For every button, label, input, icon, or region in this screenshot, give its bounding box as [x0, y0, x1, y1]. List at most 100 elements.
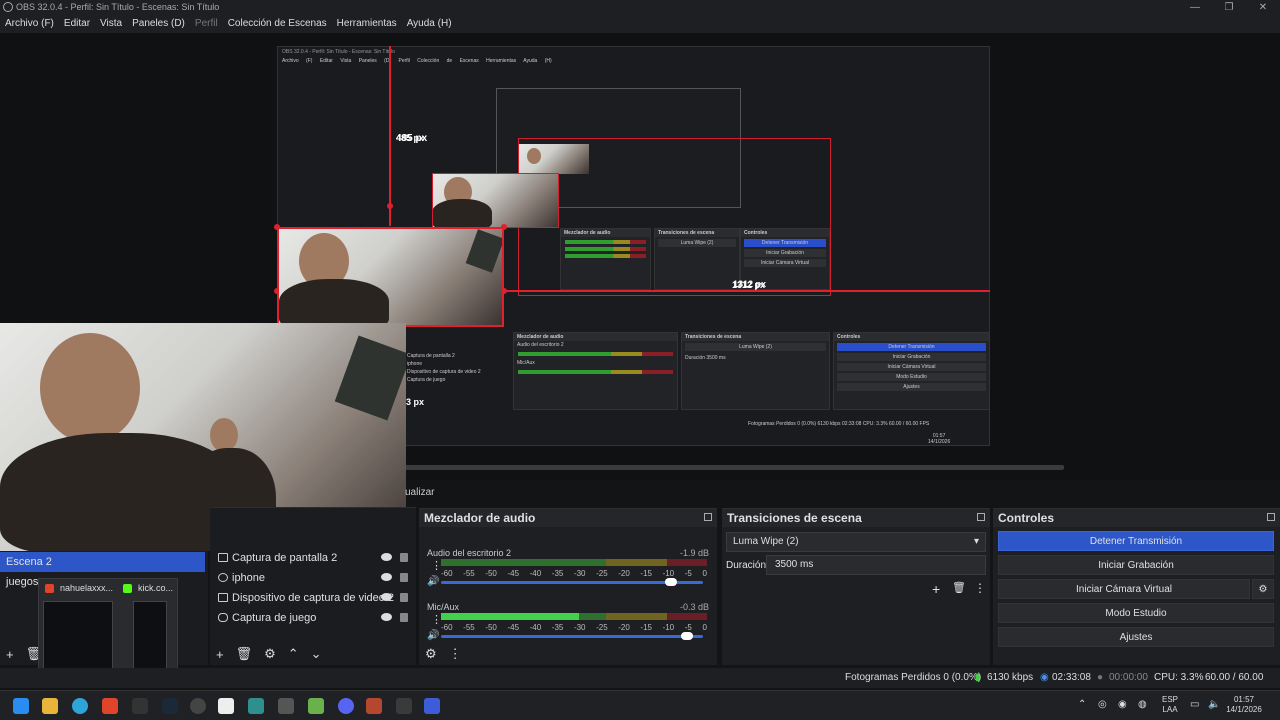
clock[interactable]: 01:57 14/1/2026: [1224, 695, 1264, 715]
volume-icon[interactable]: 🔈: [1208, 700, 1220, 710]
edge-icon[interactable]: [72, 698, 88, 714]
chevron-down-icon: ▾: [973, 536, 979, 547]
menu-coleccion[interactable]: Colección de Escenas: [223, 15, 332, 33]
lock-icon[interactable]: [400, 553, 408, 562]
dropped-frames: Fotogramas Perdidos 0 (0.0%): [845, 672, 982, 683]
eye-icon[interactable]: [381, 553, 392, 561]
close-button[interactable]: ✕: [1246, 0, 1280, 15]
menu-ayuda[interactable]: Ayuda (H): [402, 15, 457, 33]
language-indicator[interactable]: ESP LAA: [1162, 695, 1178, 715]
meter-tick-label: -10: [662, 569, 675, 578]
source-item[interactable]: Captura de pantalla 2: [210, 548, 416, 568]
stop-stream-button[interactable]: Detener Transmisión: [998, 531, 1274, 551]
eye-icon[interactable]: [381, 613, 392, 621]
menu-paneles[interactable]: Paneles (D): [127, 15, 190, 33]
preview-thumb-1[interactable]: [43, 601, 113, 675]
discord-icon[interactable]: [338, 698, 354, 714]
windows-taskbar: ⌃ ◎ ◉ ◍ ESP LAA ▭ 🔈 01:57 14/1/2026: [0, 690, 1280, 720]
transition-menu-icon[interactable]: ⋮: [974, 581, 986, 595]
lock-icon[interactable]: [400, 573, 408, 582]
mixer-menu-icon[interactable]: ⋮: [449, 646, 462, 662]
popout-icon[interactable]: [1267, 513, 1275, 521]
virtual-camera-button[interactable]: Iniciar Cámara Virtual: [998, 579, 1250, 599]
popout-icon[interactable]: [977, 513, 985, 521]
menu-editar[interactable]: Editar: [59, 15, 95, 33]
inner-status: Fotogramas Perdidos 0 (0.0%) 6130 kbps 0…: [748, 421, 930, 427]
resize-handle-top[interactable]: [387, 203, 393, 209]
preview-label-1[interactable]: nahuelaxxx...: [60, 583, 113, 593]
remove-source-icon[interactable]: 🗑: [236, 646, 253, 662]
eye-icon[interactable]: [381, 593, 392, 601]
source-item[interactable]: iphone: [210, 568, 416, 588]
webcam-source-preview[interactable]: [279, 229, 502, 325]
move-up-icon[interactable]: ⌃: [288, 646, 299, 662]
inner-mixer-mini: Mezclador de audio: [560, 228, 651, 290]
source-item[interactable]: Captura de juego: [210, 608, 416, 628]
app-icon-4[interactable]: [396, 698, 412, 714]
move-down-icon[interactable]: ⌄: [311, 646, 322, 662]
transition-select[interactable]: Luma Wipe (2) ▾: [726, 532, 986, 552]
remove-transition-icon[interactable]: 🗑: [952, 581, 966, 594]
volume-slider[interactable]: [441, 578, 703, 586]
add-scene-icon[interactable]: +: [6, 647, 14, 662]
maximize-button[interactable]: ❐: [1212, 0, 1246, 15]
app-icon-5[interactable]: [424, 698, 440, 714]
stream-time: 02:33:08: [1052, 672, 1091, 683]
menu-herramientas[interactable]: Herramientas: [332, 15, 402, 33]
popout-icon[interactable]: [704, 513, 712, 521]
studio-mode-button[interactable]: Modo Estudio: [998, 603, 1274, 623]
preview-horizontal-scrollbar[interactable]: [404, 465, 1064, 470]
app-icon-3[interactable]: [366, 698, 382, 714]
vpn-icon[interactable]: [308, 698, 324, 714]
virtual-camera-settings-gear-icon[interactable]: ⚙: [1252, 579, 1274, 599]
start-recording-button[interactable]: Iniciar Grabación: [998, 555, 1274, 575]
app-icon-2[interactable]: [278, 698, 294, 714]
meter-tick-label: -60: [441, 623, 453, 632]
tray-icon[interactable]: ◎: [1098, 700, 1107, 710]
volume-slider[interactable]: [441, 632, 703, 640]
volume-meter: [441, 613, 707, 620]
preview-label-2[interactable]: kick.co...: [138, 583, 173, 593]
speaker-icon[interactable]: 🔊: [427, 576, 439, 587]
obs-taskbar-icon[interactable]: [190, 698, 206, 714]
scene-item-escena-2[interactable]: Escena 2: [0, 552, 205, 572]
meter-tick-label: -5: [684, 623, 692, 632]
tray-chevron-icon[interactable]: ⌃: [1078, 700, 1086, 710]
advanced-audio-icon[interactable]: ⚙: [425, 646, 437, 662]
meter-tick-label: 0: [702, 623, 707, 632]
menu-vista[interactable]: Vista: [95, 15, 127, 33]
lock-icon[interactable]: [400, 613, 408, 622]
preview-thumb-2[interactable]: [133, 601, 167, 675]
meter-tick-label: -45: [507, 569, 520, 578]
inner-title: OBS 32.0.4 - Perfil: Sin Título - Escena…: [282, 49, 395, 55]
inner-mixer: Mezclador de audio Audio del escritorio …: [513, 332, 678, 410]
lock-icon[interactable]: [400, 593, 408, 602]
windows-start-icon[interactable]: [13, 698, 29, 714]
add-transition-icon[interactable]: +: [932, 581, 940, 597]
epic-games-icon[interactable]: [132, 698, 148, 714]
menu-archivo[interactable]: Archivo (F): [0, 15, 59, 33]
network-icon[interactable]: ▭: [1190, 700, 1199, 710]
meter-tick-label: -55: [463, 623, 475, 632]
discord-tray-icon[interactable]: ◍: [1138, 700, 1147, 710]
speaker-icon[interactable]: 🔊: [427, 630, 439, 641]
record-icon: ●: [1097, 672, 1104, 683]
settings-button[interactable]: Ajustes: [998, 627, 1274, 647]
steam-tray-icon[interactable]: ◉: [1118, 700, 1127, 710]
brave-icon: [45, 583, 54, 593]
source-item[interactable]: Dispositivo de captura de video 2: [210, 588, 416, 608]
duration-spinbox[interactable]: 3500 ms: [766, 555, 986, 575]
capcut-icon[interactable]: [218, 698, 234, 714]
add-source-icon[interactable]: +: [216, 647, 224, 662]
file-explorer-icon[interactable]: [42, 698, 58, 714]
meter-tick-label: -25: [596, 569, 608, 578]
gear-icon[interactable]: ⚙: [264, 646, 276, 662]
meter-tick-label: -35: [551, 623, 564, 632]
meter-tick-label: -30: [573, 623, 586, 632]
steam-icon[interactable]: [162, 698, 178, 714]
menu-perfil[interactable]: Perfil: [190, 15, 223, 33]
eye-icon[interactable]: [381, 573, 392, 581]
minimize-button[interactable]: —: [1178, 0, 1212, 15]
app-icon[interactable]: [248, 698, 264, 714]
brave-icon[interactable]: [102, 698, 118, 714]
